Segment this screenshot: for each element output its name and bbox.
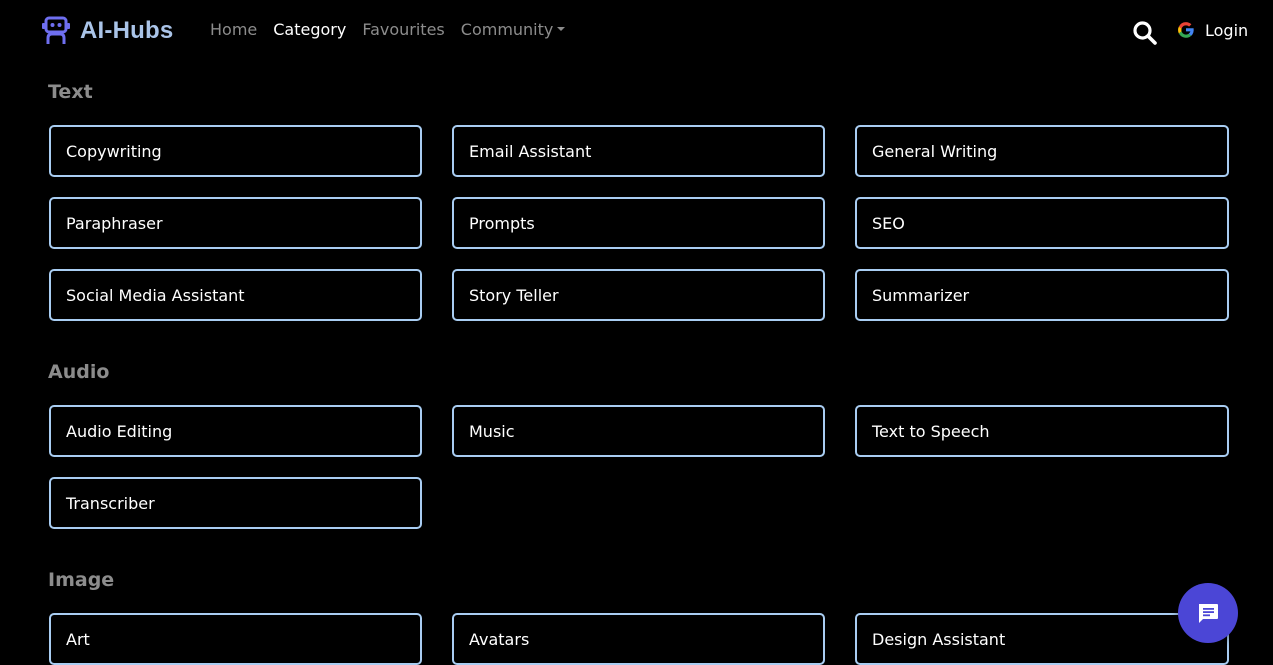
google-icon [1178, 22, 1194, 38]
login-label: Login [1205, 20, 1249, 40]
section-title-text: Text [48, 81, 93, 103]
search-button[interactable] [1132, 20, 1158, 46]
category-card-avatars[interactable]: Avatars [452, 613, 825, 665]
robot-icon [42, 16, 70, 44]
nav-community-label: Community [460, 20, 554, 39]
nav-community-dropdown[interactable]: Community [461, 20, 566, 39]
category-card-design-assistant[interactable]: Design Assistant [855, 613, 1229, 665]
category-card-social-media-assistant[interactable]: Social Media Assistant [49, 269, 422, 321]
category-card-text-to-speech[interactable]: Text to Speech [855, 405, 1229, 457]
category-card-email-assistant[interactable]: Email Assistant [452, 125, 825, 177]
brand-name: AI-Hubs [80, 17, 174, 44]
navbar: AI-Hubs Home Category Favourites Communi… [0, 0, 1273, 64]
audio-category-grid: Audio Editing Music Text to Speech Trans… [49, 405, 1229, 529]
category-card-audio-editing[interactable]: Audio Editing [49, 405, 422, 457]
category-card-copywriting[interactable]: Copywriting [49, 125, 422, 177]
login-button[interactable]: Login [1176, 20, 1248, 40]
nav-favourites[interactable]: Favourites [362, 20, 444, 39]
category-card-prompts[interactable]: Prompts [452, 197, 825, 249]
image-category-grid: Art Avatars Design Assistant [49, 613, 1229, 665]
category-card-paraphraser[interactable]: Paraphraser [49, 197, 422, 249]
category-card-art[interactable]: Art [49, 613, 422, 665]
nav-category[interactable]: Category [273, 20, 346, 39]
category-card-story-teller[interactable]: Story Teller [452, 269, 825, 321]
brand-link[interactable]: AI-Hubs [42, 14, 173, 48]
nav-home[interactable]: Home [210, 20, 257, 39]
category-card-transcriber[interactable]: Transcriber [49, 477, 422, 529]
category-card-summarizer[interactable]: Summarizer [855, 269, 1229, 321]
category-card-seo[interactable]: SEO [855, 197, 1229, 249]
chat-icon [1199, 604, 1218, 623]
search-icon [1133, 21, 1157, 45]
caret-down-icon [557, 26, 566, 31]
text-category-grid: Copywriting Email Assistant General Writ… [49, 125, 1229, 321]
category-card-music[interactable]: Music [452, 405, 825, 457]
category-card-general-writing[interactable]: General Writing [855, 125, 1229, 177]
section-title-audio: Audio [48, 361, 110, 383]
nav-links: Home Category Favourites Community [210, 20, 581, 39]
chat-button[interactable] [1178, 583, 1238, 643]
section-title-image: Image [48, 569, 115, 591]
